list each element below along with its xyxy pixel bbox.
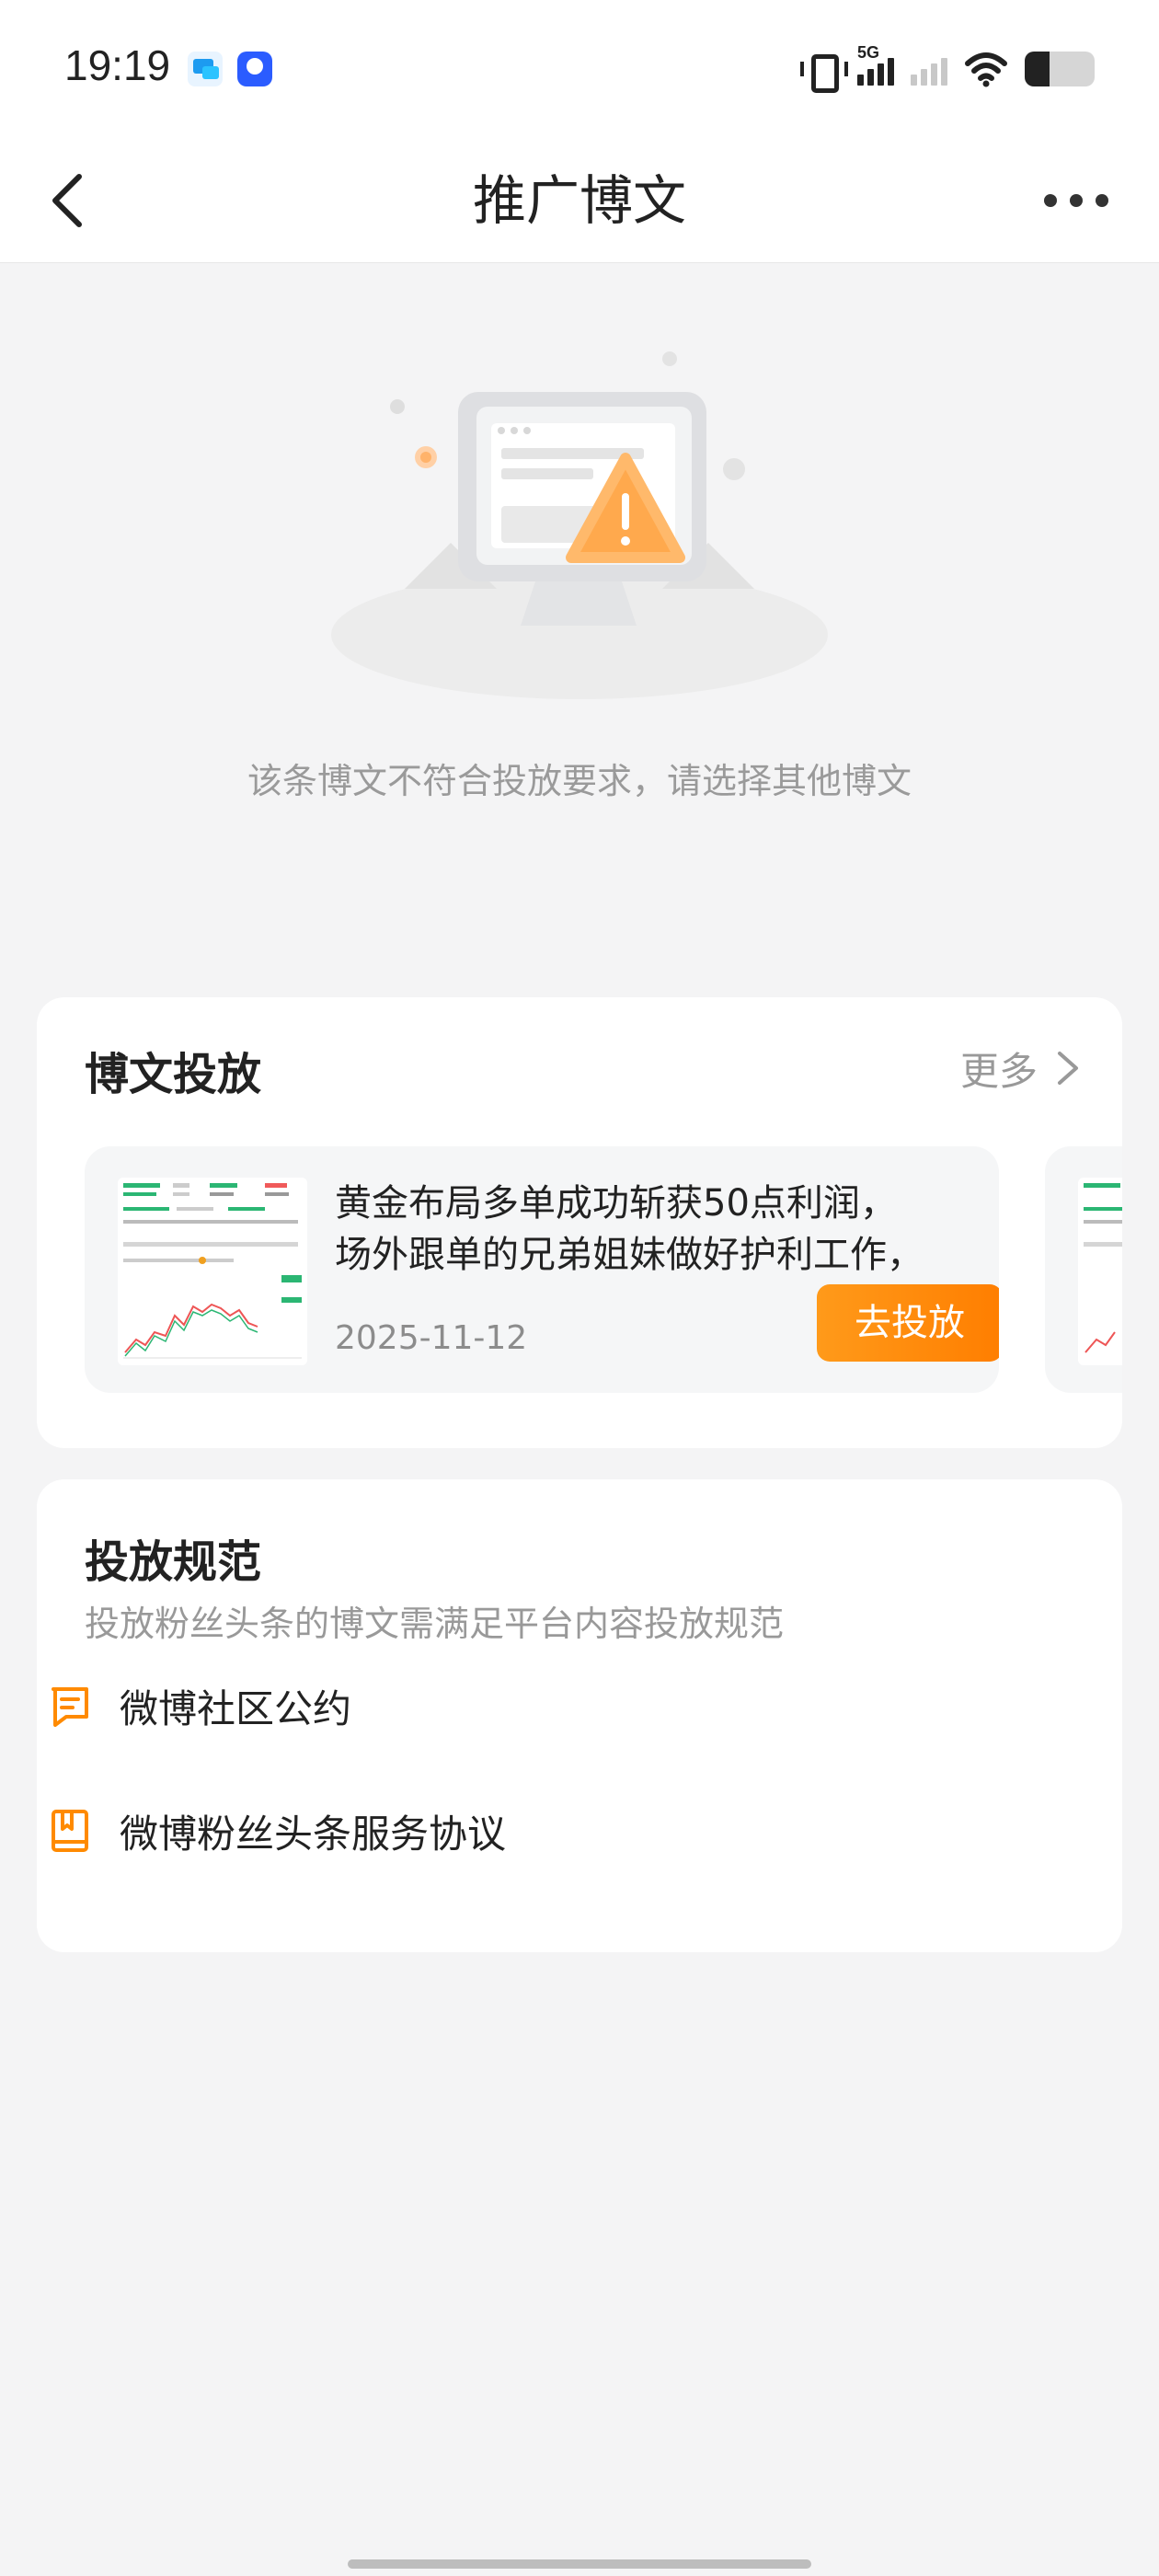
chevron-right-icon	[1054, 1048, 1082, 1088]
more-link[interactable]: 更多	[960, 1038, 1082, 1098]
post-thumbnail	[118, 1178, 307, 1365]
status-icons: 5G	[800, 43, 1095, 93]
battery-level	[1025, 52, 1050, 86]
signal-secondary-icon	[911, 52, 947, 86]
more-dots-icon	[1044, 194, 1057, 207]
post-date: 2025-11-12	[335, 1319, 528, 1357]
network-type-label: 5G	[857, 43, 880, 62]
post-text-line-1: 黄金布局多单成功斩获50点利润，	[335, 1182, 897, 1225]
delivery-title: 博文投放	[85, 1049, 262, 1100]
deliver-button[interactable]: 去投放	[817, 1284, 999, 1362]
message-icon	[48, 1682, 92, 1730]
wifi-icon	[964, 51, 1008, 87]
community-convention-link[interactable]: 微博社区公约	[48, 1676, 351, 1735]
more-options-button[interactable]	[1030, 164, 1122, 237]
empty-state-message: 该条博文不符合投放要求，请选择其他博文	[247, 761, 912, 801]
more-label: 更多	[959, 1048, 1038, 1094]
home-indicator[interactable]	[348, 2559, 811, 2569]
post-text: 黄金布局多单成功斩获50点利润， 场外跟单的兄弟姐妹做好护利工作，	[335, 1178, 924, 1281]
nav-header: 推广博文	[0, 138, 1159, 263]
rule-link-label: 微博粉丝头条服务协议	[120, 1811, 507, 1857]
post-item-next[interactable]	[1045, 1146, 1122, 1393]
chat-notification-icon	[188, 52, 223, 86]
status-bar: 19:19 5G	[0, 0, 1159, 138]
post-item[interactable]: 黄金布局多单成功斩获50点利润， 场外跟单的兄弟姐妹做好护利工作， 2025-1…	[85, 1146, 999, 1393]
bookmark-book-icon	[48, 1807, 92, 1855]
post-text-line-2: 场外跟单的兄弟姐妹做好护利工作，	[335, 1234, 924, 1276]
rule-link-label: 微博社区公约	[120, 1685, 352, 1731]
rules-subtitle: 投放粉丝头条的博文需满足平台内容投放规范	[85, 1604, 785, 1644]
post-thumbnail	[1078, 1178, 1122, 1365]
warning-monitor-illustration	[313, 331, 846, 699]
service-agreement-link[interactable]: 微博粉丝头条服务协议	[48, 1801, 506, 1860]
delivery-card: 博文投放 更多 黄金布局多单成功斩获50点利润， 场外跟单的兄弟姐妹做好护利工作…	[37, 997, 1122, 1448]
vibrate-icon	[800, 52, 848, 93]
page-title: 推广博文	[472, 169, 686, 232]
battery-icon	[1025, 52, 1095, 86]
baidu-app-icon	[237, 52, 272, 86]
signal-icon: 5G	[857, 43, 894, 86]
status-time: 19:19	[64, 41, 171, 89]
rules-title: 投放规范	[85, 1536, 262, 1588]
